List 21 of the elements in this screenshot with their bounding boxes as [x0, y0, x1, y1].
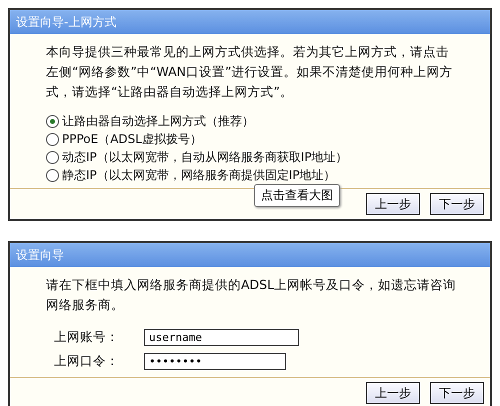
radio-button[interactable]	[46, 150, 59, 164]
option-label: PPPoE（ADSL虚拟拨号）	[62, 130, 202, 148]
input-field[interactable]: username	[144, 328, 299, 346]
option-label: 让路由器自动选择上网方式（推荐）	[62, 112, 254, 130]
back-button[interactable]: 上一步	[366, 382, 420, 404]
next-button[interactable]: 下一步	[430, 382, 484, 404]
back-button[interactable]: 上一步	[366, 193, 420, 215]
input-field[interactable]: ••••••••	[144, 352, 286, 370]
panel-title: 设置向导-上网方式	[10, 10, 490, 34]
tooltip: 点击查看大图	[254, 184, 340, 207]
description-text: 本向导提供三种最常见的上网方式供选择。若为其它上网方式，请点击左侧“网络参数”中“WAN口设置”进行设置。如果不清楚使用何种上网方式，请选择“让路由器自动选择上网方式”。	[46, 43, 454, 101]
field-label: 上网口令：	[54, 352, 120, 370]
radio-button[interactable]	[46, 168, 59, 182]
field-label: 上网账号：	[54, 328, 120, 346]
radio-button[interactable]	[46, 132, 59, 146]
radio-button[interactable]	[46, 114, 59, 128]
next-button[interactable]: 下一步	[430, 193, 484, 215]
option-label: 动态IP（以太网宽带，自动从网络服务商获取IP地址）	[62, 148, 348, 166]
description-text: 请在下框中填入网络服务商提供的ADSL上网帐号及口令，如遗忘请咨询网络服务商。	[46, 276, 458, 314]
option-label: 静态IP（以太网宽带，网络服务商提供固定IP地址）	[62, 166, 336, 184]
panel-title: 设置向导	[10, 243, 490, 267]
